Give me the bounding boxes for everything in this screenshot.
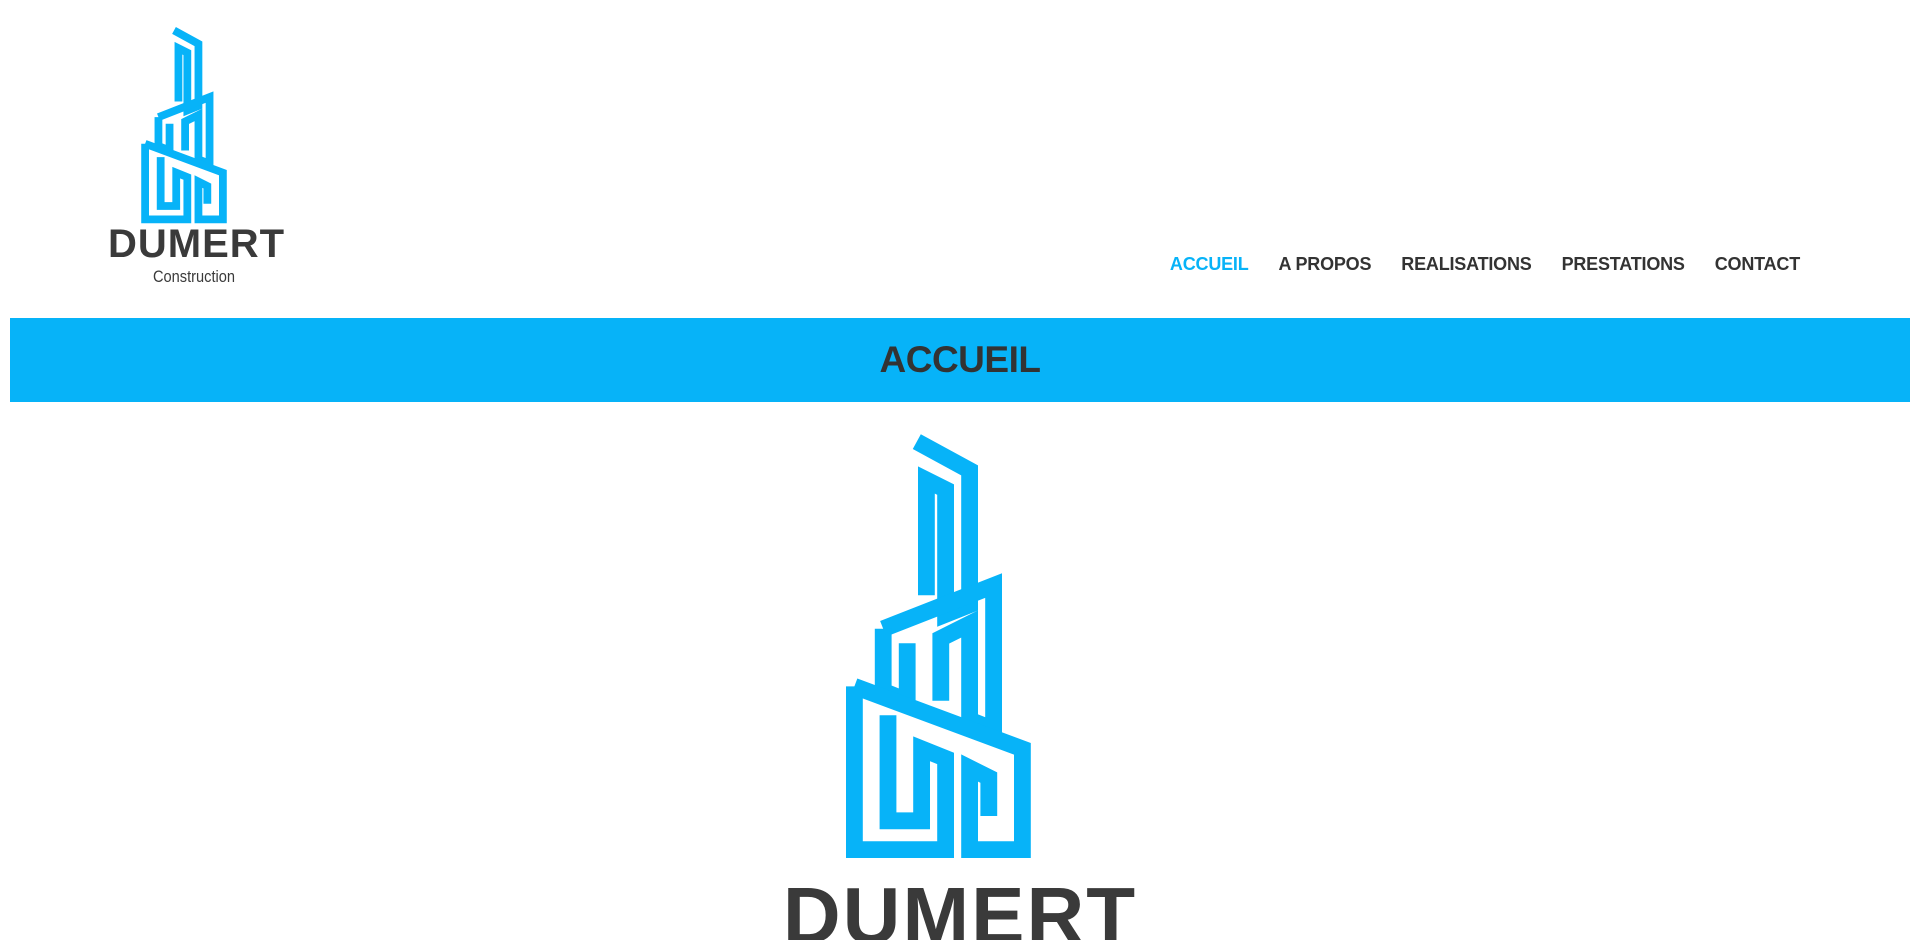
- nav-item-realisations: REALISATIONS: [1401, 254, 1531, 275]
- logo-wordmark: DUMERT: [108, 222, 286, 266]
- page-title: ACCUEIL: [879, 339, 1041, 380]
- nav-link-contact[interactable]: CONTACT: [1715, 254, 1800, 274]
- logo-tagline: Construction: [152, 267, 236, 286]
- nav-link-a-propos[interactable]: A PROPOS: [1279, 254, 1372, 274]
- nav-item-accueil: ACCUEIL: [1170, 254, 1249, 275]
- building-logo-icon: [141, 27, 227, 224]
- nav-item-a-propos: A PROPOS: [1279, 254, 1372, 275]
- page-title-banner: ACCUEIL: [10, 318, 1910, 402]
- nav-item-prestations: PRESTATIONS: [1562, 254, 1685, 275]
- hero-logo: DUMERT: [760, 428, 1160, 940]
- hero-wordmark: DUMERT: [782, 871, 1138, 940]
- nav-link-realisations[interactable]: REALISATIONS: [1401, 254, 1531, 274]
- nav-link-prestations[interactable]: PRESTATIONS: [1562, 254, 1685, 274]
- main-nav: ACCUEIL A PROPOS REALISATIONS PRESTATION…: [1170, 254, 1800, 275]
- site-header: DUMERT Construction ACCUEIL A PROPOS REA…: [0, 0, 1920, 318]
- nav-item-contact: CONTACT: [1715, 254, 1800, 275]
- nav-link-accueil[interactable]: ACCUEIL: [1170, 254, 1249, 274]
- page: DUMERT Construction ACCUEIL A PROPOS REA…: [0, 0, 1920, 940]
- building-logo-large-icon: [846, 434, 1031, 858]
- site-logo[interactable]: DUMERT Construction: [108, 26, 286, 290]
